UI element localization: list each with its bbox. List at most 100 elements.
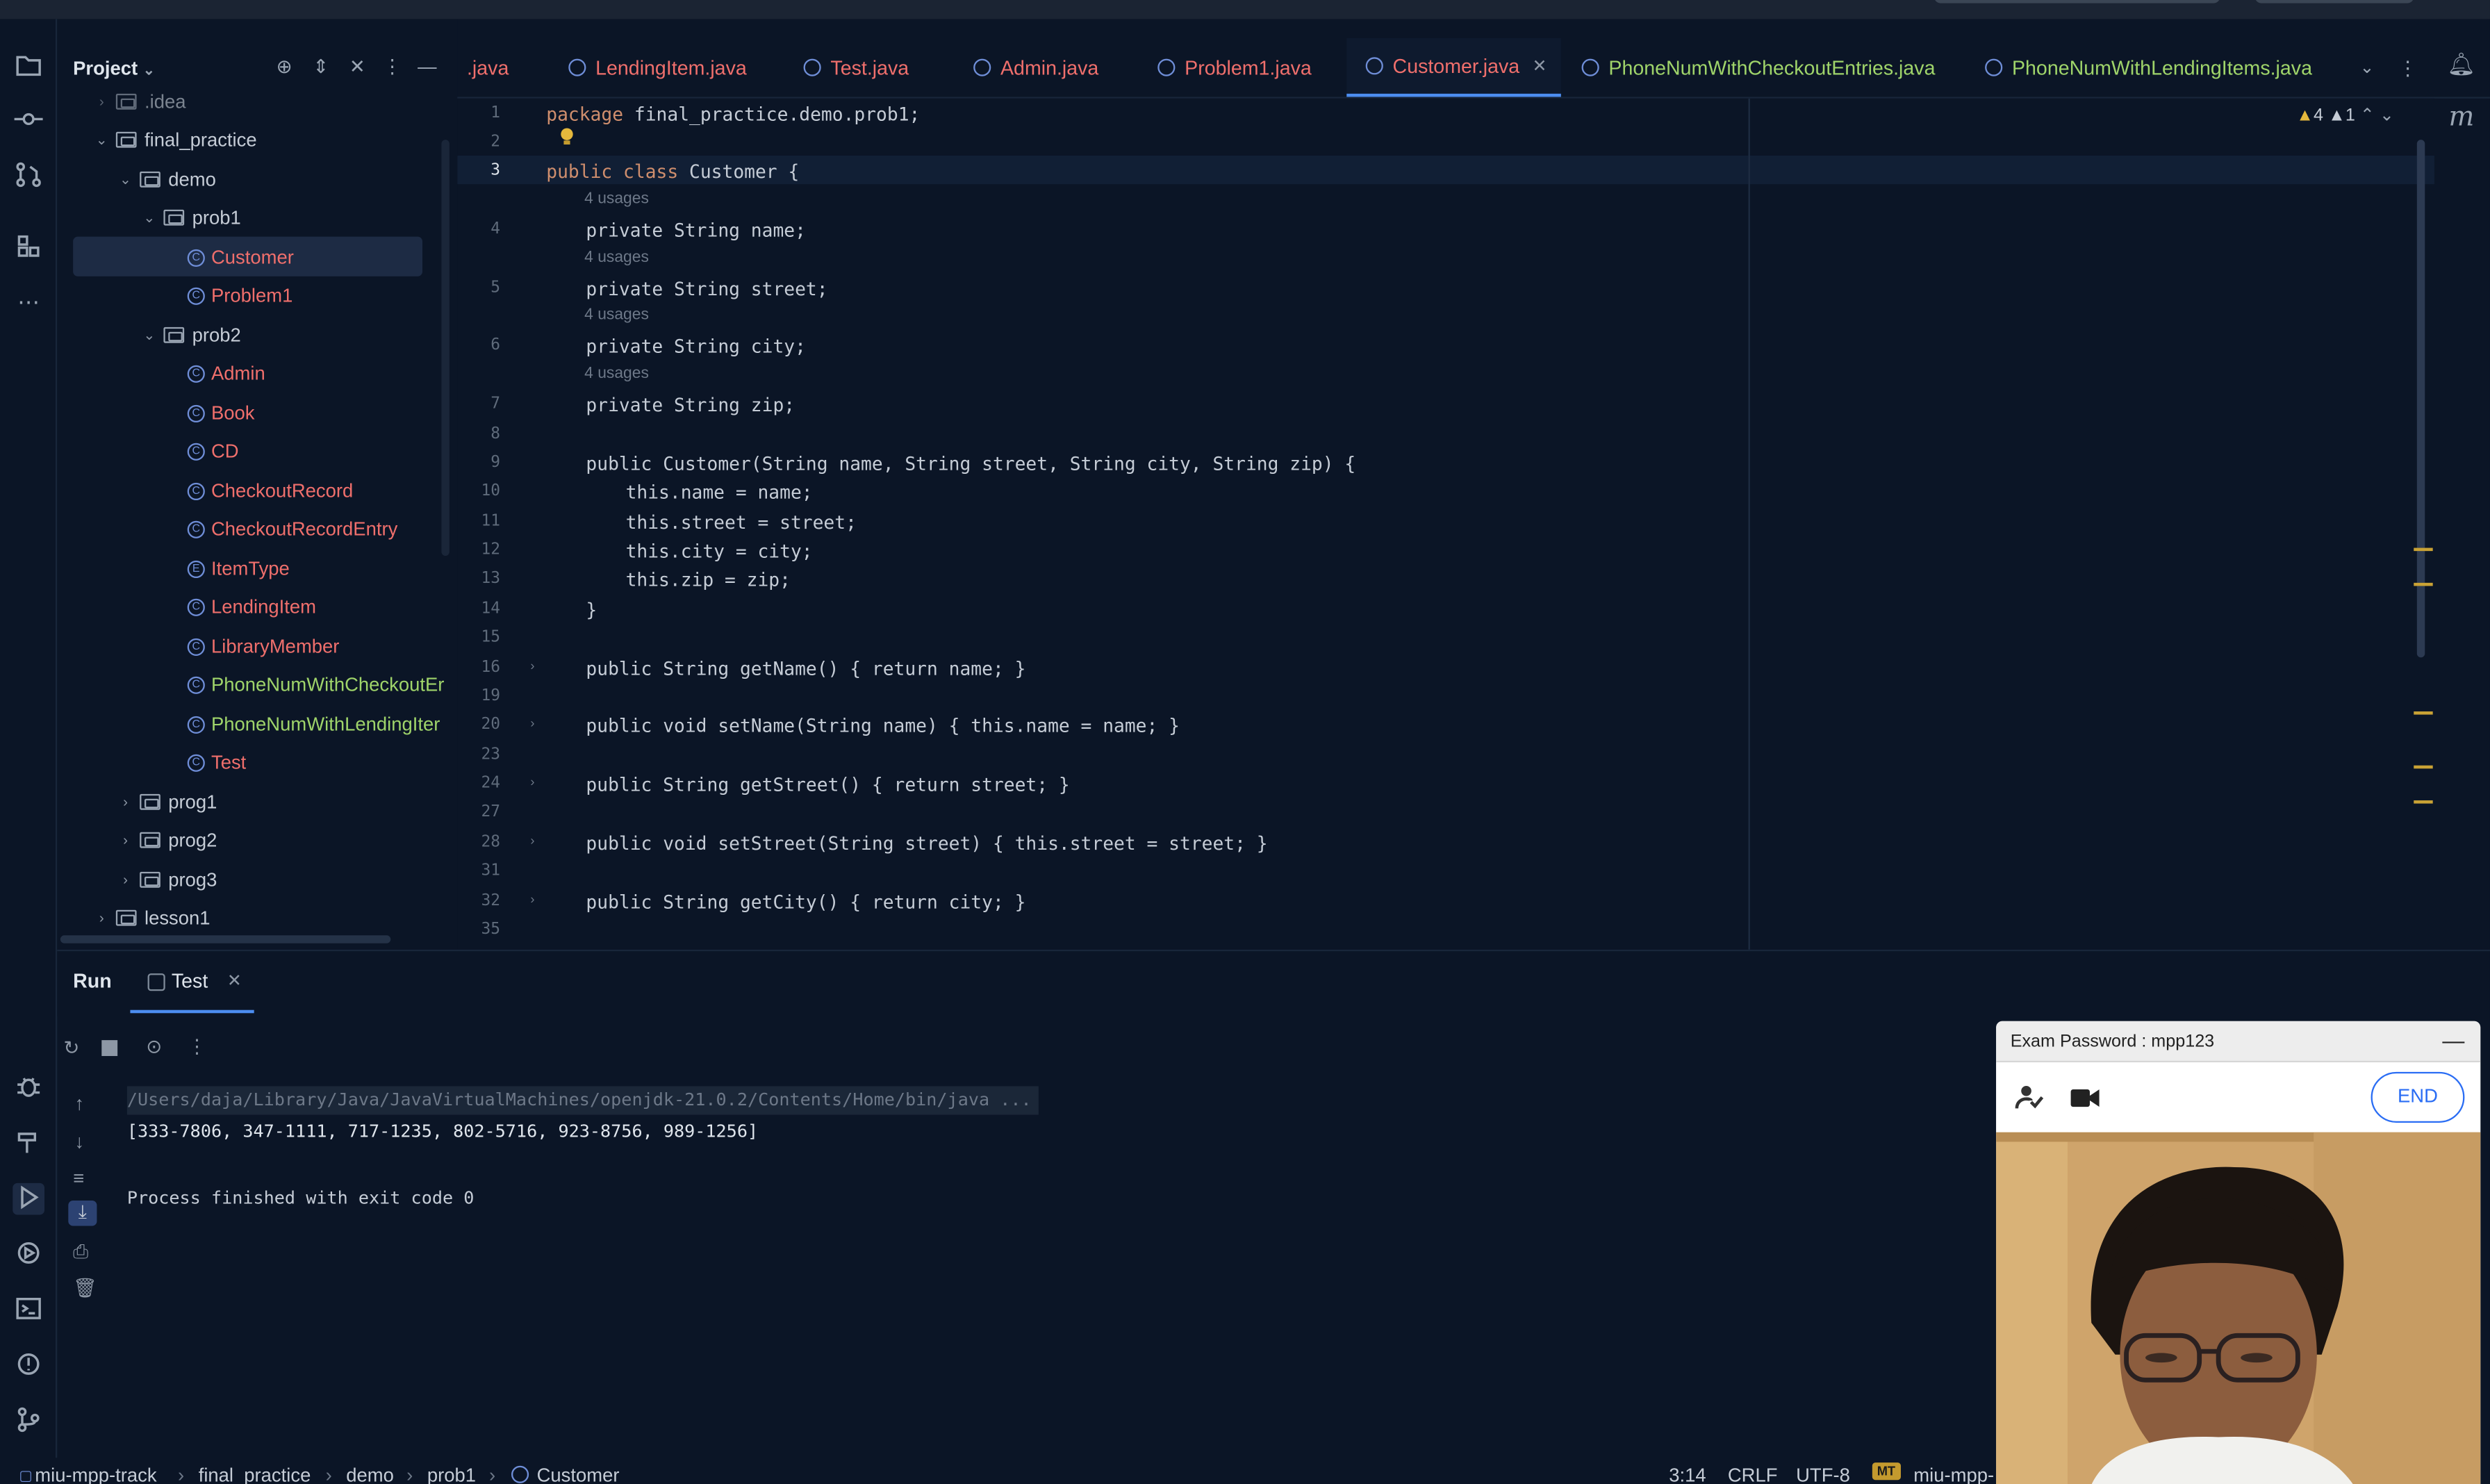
tab-options-icon[interactable]: ⋮ — [2398, 38, 2418, 97]
more-options-icon[interactable]: ⋮ — [188, 1035, 206, 1057]
scroll-up-icon[interactable]: ↑ — [74, 1093, 84, 1115]
tree-item-prog2[interactable]: › prog2 — [116, 823, 217, 857]
structure-icon[interactable] — [13, 232, 44, 264]
editor-scrollbar[interactable] — [2416, 140, 2425, 658]
commit-icon[interactable] — [13, 105, 44, 137]
expand-all-icon[interactable]: ⇕ — [310, 56, 332, 78]
tree-item-itemtype[interactable]: E ItemType — [187, 551, 290, 586]
ai-assistant-icon[interactable]: m — [2449, 101, 2475, 133]
end-exam-button[interactable]: END — [2371, 1071, 2465, 1123]
breadcrumb-item[interactable]: Customer — [537, 1464, 620, 1484]
warning-marker[interactable] — [2414, 547, 2433, 552]
tree-item-phonenumwithcheckoutentries[interactable]: C PhoneNumWithCheckoutEr — [187, 667, 444, 702]
tree-item-checkoutrecord[interactable]: C CheckoutRecord — [187, 473, 353, 508]
warning-marker[interactable] — [2414, 582, 2433, 586]
tab-problem1[interactable]: Problem1.java — [1157, 38, 1312, 97]
usages-hint[interactable]: 4 usages — [584, 306, 649, 324]
console-command-line[interactable]: /Users/daja/Library/Java/JavaVirtualMach… — [126, 1086, 1038, 1115]
fold-arrow-icon[interactable]: › — [530, 893, 534, 907]
tab-lendingitem[interactable]: LendingItem.java — [568, 38, 747, 97]
fold-arrow-icon[interactable]: › — [530, 659, 534, 674]
file-encoding[interactable]: UTF-8 — [1796, 1464, 1850, 1484]
minimize-icon[interactable]: — — [2442, 1028, 2464, 1053]
project-folder-icon[interactable] — [13, 51, 44, 83]
fold-arrow-icon[interactable]: › — [530, 775, 534, 789]
tree-item-customer[interactable]: C Customer — [187, 240, 294, 274]
usages-hint[interactable]: 4 usages — [584, 365, 649, 383]
tab-list-chevron-icon[interactable]: ⌄ — [2360, 38, 2375, 97]
pull-request-icon[interactable] — [13, 160, 44, 192]
project-widget[interactable]: miu-mpp- — [1913, 1464, 1994, 1484]
tree-item-checkoutrecordentry[interactable]: C CheckoutRecordEntry — [187, 511, 397, 546]
breadcrumb-item[interactable]: prob1 — [427, 1464, 476, 1484]
tab-test[interactable]: Test.java — [803, 38, 909, 97]
fold-arrow-icon[interactable]: › — [530, 834, 534, 848]
usages-hint[interactable]: 4 usages — [584, 249, 649, 267]
scroll-down-icon[interactable]: ↓ — [74, 1130, 84, 1153]
breadcrumb-item[interactable]: miu-mpp-track — [35, 1464, 156, 1484]
project-hscrollbar[interactable] — [60, 935, 391, 943]
tree-item-prog1[interactable]: › prog1 — [116, 784, 217, 819]
tree-item-demo[interactable]: ⌄ demo — [116, 162, 216, 197]
build-hammer-icon[interactable] — [13, 1128, 44, 1160]
terminal-icon[interactable] — [13, 1294, 44, 1326]
tree-item-problem1[interactable]: C Problem1 — [187, 278, 292, 313]
debug-icon[interactable] — [13, 1072, 44, 1104]
project-title[interactable]: Project ⌄ — [73, 57, 155, 79]
tree-item-prob2[interactable]: ⌄ prob2 — [140, 318, 241, 352]
rerun-icon[interactable]: ↻ — [63, 1037, 79, 1060]
tree-item-cd[interactable]: C CD — [187, 434, 239, 468]
warning-marker[interactable] — [2414, 765, 2433, 769]
print-icon[interactable]: ⎙ — [73, 1240, 88, 1264]
tree-item-book[interactable]: C Book — [187, 395, 255, 430]
fold-arrow-icon[interactable]: › — [530, 716, 534, 731]
usages-hint[interactable]: 4 usages — [584, 190, 649, 208]
inspection-widget[interactable]: ▲4 ▲1 ⌃ ⌄ — [2296, 105, 2394, 125]
git-icon[interactable] — [13, 1405, 44, 1437]
lightbulb-icon[interactable] — [559, 127, 575, 146]
scroll-to-end-icon[interactable]: ⤓ — [68, 1200, 97, 1226]
chevron-up-icon[interactable]: ⌃ — [2360, 106, 2375, 125]
collapse-all-icon[interactable]: ✕ — [346, 56, 368, 78]
camera-icon[interactable]: ⊙ — [146, 1035, 162, 1057]
tree-item-lesson1[interactable]: › lesson1 — [92, 900, 211, 935]
options-icon[interactable]: ⋮ — [381, 56, 404, 78]
close-icon[interactable]: ✕ — [1532, 38, 1547, 94]
tab-admin[interactable]: Admin.java — [973, 38, 1098, 97]
warning-marker[interactable] — [2414, 800, 2433, 804]
tab-customer[interactable]: Customer.java ✕ — [1346, 38, 1561, 97]
caret-position[interactable]: 3:14 — [1669, 1464, 1706, 1484]
tree-item-test[interactable]: C Test — [187, 745, 246, 780]
code-editor[interactable]: 1 2 3 4 5 6 7 8 9 10 11 12 13 14 15 16 1… — [457, 98, 2434, 950]
breadcrumb-item[interactable]: final_practice — [199, 1464, 311, 1484]
warning-marker[interactable] — [2414, 711, 2433, 715]
problems-icon[interactable] — [13, 1350, 44, 1382]
tree-item-admin[interactable]: C Admin — [187, 356, 265, 390]
breadcrumb-item[interactable]: demo — [346, 1464, 394, 1484]
tab-phonenumwithcheckoutentries[interactable]: PhoneNumWithCheckoutEntries.java — [1581, 38, 1935, 97]
tree-item-lendingitem[interactable]: C LendingItem — [187, 589, 316, 624]
locate-icon[interactable]: ⊕ — [273, 56, 295, 78]
close-icon[interactable]: ✕ — [227, 971, 242, 991]
tree-item-prog3[interactable]: › prog3 — [116, 862, 217, 897]
video-camera-icon[interactable] — [2070, 1088, 2100, 1109]
notification-bell-icon[interactable]: 🔔︎ — [2447, 51, 2475, 79]
line-separator[interactable]: CRLF — [1728, 1464, 1778, 1484]
tree-item-phonenumwithlendingitems[interactable]: C PhoneNumWithLendingIter — [187, 707, 440, 741]
tree-item-prob1[interactable]: ⌄ prob1 — [140, 200, 241, 235]
user-check-icon[interactable] — [2015, 1085, 2044, 1110]
tree-item-idea[interactable]: › .idea — [92, 84, 186, 119]
soft-wrap-icon[interactable]: ≡ — [73, 1167, 84, 1189]
tree-item-final-practice[interactable]: ⌄ final_practice — [92, 122, 257, 157]
chevron-down-icon[interactable]: ⌄ — [2380, 106, 2394, 125]
services-icon[interactable] — [13, 1239, 44, 1271]
tree-item-librarymember[interactable]: C LibraryMember — [187, 629, 339, 663]
trash-icon[interactable]: 🗑︎ — [73, 1277, 97, 1299]
tab-java[interactable]: .java — [467, 38, 509, 97]
tab-phonenumwithlendingitems[interactable]: PhoneNumWithLendingItems.java — [1985, 38, 2312, 97]
project-scrollbar[interactable] — [441, 140, 450, 556]
more-tools-icon[interactable]: ⋯ — [13, 286, 44, 318]
run-icon[interactable] — [13, 1182, 44, 1215]
stop-icon[interactable] — [101, 1040, 118, 1056]
hide-icon[interactable]: — — [416, 56, 438, 78]
